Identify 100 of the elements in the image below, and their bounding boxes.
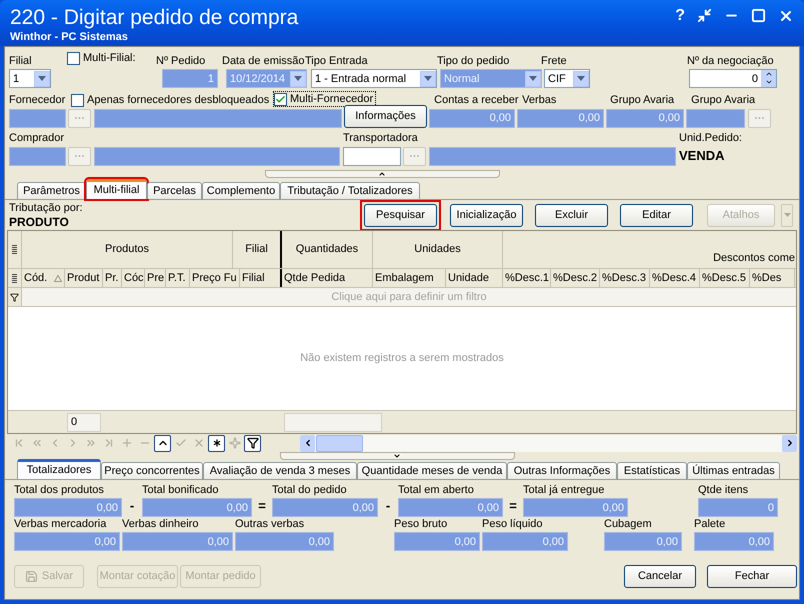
input-field[interactable] [94, 146, 340, 166]
tab[interactable]: Parâmetros [17, 182, 86, 199]
field-label: Contas a receber [434, 93, 520, 107]
caret-icon [529, 76, 537, 81]
dropdown-button[interactable] [573, 70, 589, 86]
column-header[interactable]: %Des [750, 269, 795, 287]
dropdown-button[interactable] [525, 70, 541, 86]
action-button[interactable]: Informações [344, 105, 427, 128]
column-header[interactable]: Embalagem [373, 269, 446, 287]
field-label: Nº da negociação [687, 54, 774, 68]
window-subtitle: Winthor - PC Sistemas [10, 30, 129, 44]
tab[interactable]: Multi-filial [86, 179, 147, 199]
field-label: Total bonificado [142, 483, 220, 497]
help-button[interactable]: ? [675, 8, 685, 24]
input-field[interactable]: 0 [689, 69, 777, 88]
column-header[interactable]: Qtde Pedida [282, 269, 373, 287]
splitter-handle[interactable] [280, 452, 514, 460]
tab[interactable]: Totalizadores [17, 459, 101, 479]
column-header[interactable]: Cód. [22, 269, 65, 287]
column-header[interactable]: Cóc [122, 269, 145, 287]
field-label: Qtde itens [698, 483, 750, 497]
asterisk-icon[interactable] [208, 434, 225, 452]
input-field[interactable] [686, 108, 745, 128]
restore-icon[interactable] [697, 8, 712, 23]
maximize-icon[interactable] [751, 8, 766, 23]
field-label: Apenas fornecedores desbloqueados [87, 93, 270, 107]
checkbox[interactable] [274, 92, 287, 106]
up-icon[interactable] [154, 434, 171, 452]
column-chooser-icon[interactable] [12, 274, 17, 282]
caret-icon [393, 452, 401, 460]
field-label: Multi-Fornecedor [290, 92, 374, 106]
column-header[interactable]: %Desc.3 [600, 269, 650, 287]
scrollbar-thumb[interactable] [316, 434, 363, 452]
tab[interactable]: Quantidade meses de venda [357, 462, 507, 479]
operator: = [508, 496, 518, 514]
field-label: Tipo Entrada [305, 54, 369, 68]
column-header[interactable]: Produt [65, 269, 103, 287]
column-header[interactable]: %Desc.1 [503, 269, 551, 287]
unit-value: VENDA [679, 147, 725, 166]
caret-icon [294, 76, 302, 81]
browse-button[interactable] [68, 146, 91, 166]
splitter-handle[interactable] [264, 170, 500, 178]
filter-icon[interactable] [10, 292, 19, 302]
filter-icon[interactable] [244, 434, 261, 452]
tab[interactable]: Outras Informações [507, 462, 617, 479]
input-field[interactable] [94, 108, 342, 128]
operator: = [257, 496, 267, 514]
caret-icon [424, 76, 432, 81]
band-header: Quantidades [282, 231, 373, 268]
column-chooser-icon[interactable] [12, 245, 17, 254]
column-header[interactable]: P.T. [166, 269, 190, 287]
footer-button[interactable]: Cancelar [624, 564, 696, 588]
tab[interactable]: Tributação / Totalizadores [280, 182, 420, 199]
scrollbar[interactable] [300, 434, 797, 452]
close-icon[interactable] [778, 8, 794, 24]
input-field[interactable]: 1 - Entrada normal [311, 69, 437, 88]
tab[interactable]: Parcelas [147, 182, 202, 199]
tab[interactable]: Últimas entradas [687, 462, 780, 479]
browse-button[interactable] [748, 108, 771, 128]
tab[interactable]: Preço concorrentes [101, 462, 203, 479]
checkbox[interactable] [67, 52, 80, 64]
input-field[interactable] [343, 146, 401, 166]
field-label: Verbas [522, 93, 558, 107]
field-label: Tributação por: [9, 201, 84, 215]
dropdown-button[interactable] [420, 70, 436, 86]
up-icon [764, 70, 772, 78]
browse-button[interactable] [403, 146, 426, 166]
window-title: 220 - Digitar pedido de compra [10, 6, 298, 30]
column-header[interactable]: %Desc.4 [650, 269, 700, 287]
footer-button[interactable]: Fechar [707, 564, 797, 588]
tab[interactable]: Estatísticas [617, 462, 687, 479]
scroll-right-button[interactable] [782, 434, 797, 452]
column-header[interactable]: Preço Fu [190, 269, 240, 287]
check-icon [275, 94, 286, 104]
action-button[interactable]: Pesquisar [360, 200, 441, 230]
column-header[interactable]: Pr. [103, 269, 122, 287]
tab[interactable]: Complemento [202, 182, 280, 199]
column-header[interactable]: %Desc.2 [551, 269, 600, 287]
checkbox[interactable] [71, 94, 84, 106]
tab[interactable]: Avaliação de venda 3 meses [203, 462, 357, 479]
input-field[interactable] [429, 146, 676, 166]
column-header[interactable]: Pre [145, 269, 166, 287]
dropdown-button[interactable] [34, 70, 50, 86]
input-field[interactable]: CIF [544, 69, 590, 88]
spinner-button[interactable] [761, 70, 776, 87]
column-header[interactable]: Unidade [446, 269, 503, 287]
dropdown-button[interactable] [290, 70, 306, 86]
input-field[interactable]: 1 [9, 69, 51, 88]
field-label: Fornecedor [9, 93, 66, 107]
field-label: Grupo Avaria [610, 93, 676, 107]
band-header: Unidades [373, 231, 503, 268]
column-header[interactable]: %Desc.5 [700, 269, 750, 287]
field-label: Peso líquido [482, 517, 544, 531]
caret-icon [38, 76, 46, 81]
field-label: Peso bruto [394, 517, 448, 531]
band-header: Produtos [22, 231, 233, 268]
field-label: Transportadora [343, 131, 419, 145]
scroll-left-button[interactable] [300, 434, 315, 452]
input-field[interactable] [9, 108, 66, 128]
input-field[interactable] [9, 146, 66, 166]
